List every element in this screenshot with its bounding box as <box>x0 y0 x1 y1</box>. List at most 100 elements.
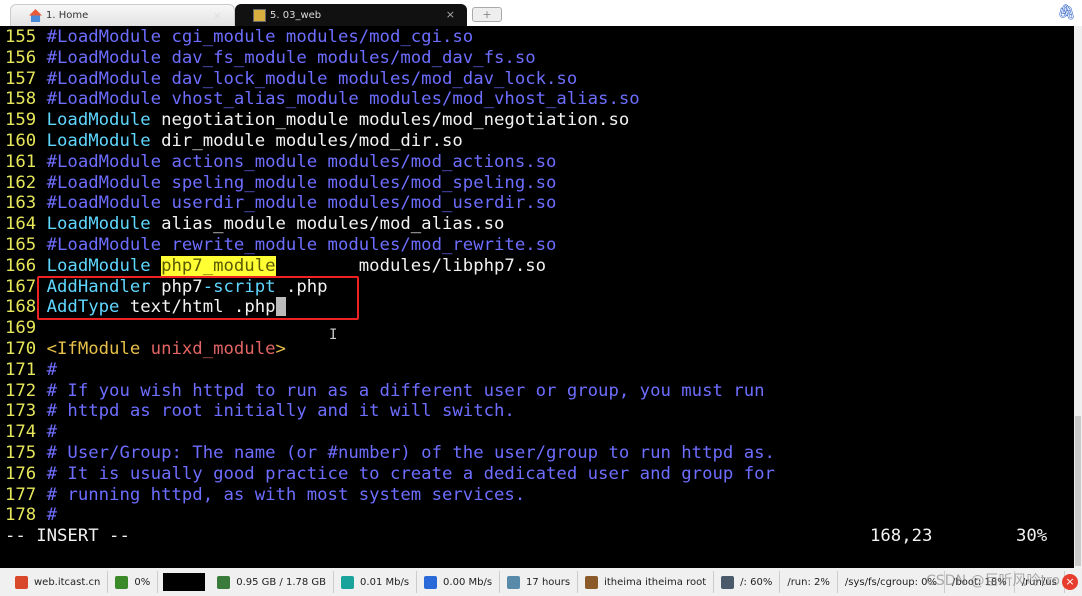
line-number: 158 <box>5 89 37 110</box>
taskbar-label: web.itcast.cn <box>34 576 101 588</box>
status-taskbar: web.itcast.cn 0% 0.95 GB / 1.78 GB 0.01 Mb/… <box>0 568 1082 596</box>
code-token: alias_module modules/mod_alias.so <box>150 214 505 235</box>
code-token: #LoadModule userdir_module modules/mod_u… <box>46 193 557 214</box>
uptime-icon <box>507 575 521 589</box>
line-number: 165 <box>5 234 37 255</box>
code-line: 165 #LoadModule rewrite_module modules/m… <box>5 235 1074 256</box>
line-number: 160 <box>5 130 37 151</box>
code-line: 177 # running httpd, as with most system… <box>5 485 1074 506</box>
code-token: negotiation_module modules/mod_negotiati… <box>150 110 630 131</box>
code-line: 164 LoadModule alias_module modules/mod_… <box>5 214 1074 235</box>
new-tab-button[interactable]: + <box>472 7 502 22</box>
taskbar-item[interactable]: web.itcast.cn <box>8 571 109 593</box>
code-token: #LoadModule rewrite_module modules/mod_r… <box>46 234 557 255</box>
close-tab-icon[interactable]: × <box>446 8 455 21</box>
code-token: LoadModule <box>46 255 151 276</box>
code-line: 160 LoadModule dir_module modules/mod_di… <box>5 131 1074 152</box>
scroll-percent: 30% <box>1016 526 1048 547</box>
tab-label: 1. Home <box>46 10 89 21</box>
line-number: 162 <box>5 172 37 193</box>
server-icon <box>15 575 28 589</box>
line-number: 164 <box>5 214 37 235</box>
annotation-highlight-box <box>37 276 359 320</box>
code-line: 170 <IfModule unixd_module> <box>5 339 1074 360</box>
tab-bar: 1. Home × 5. 03_web × + 🖇 <box>0 0 1082 26</box>
attachment-icon[interactable]: 🖇 <box>1057 3 1076 21</box>
line-number: 177 <box>5 484 37 505</box>
code-token: modules/libphp7.so <box>275 255 547 276</box>
code-token: # It is usually good practice to create … <box>46 463 775 484</box>
disk-icon <box>721 575 735 589</box>
line-number: 169 <box>5 318 37 339</box>
taskbar-label: 0% <box>134 576 151 588</box>
code-line: 178 # <box>5 505 1074 526</box>
code-token: dir_module modules/mod_dir.so <box>150 130 463 151</box>
watermark: CSDN @巨听风吟tro <box>926 573 1060 589</box>
tab-03-web[interactable]: 5. 03_web × <box>235 4 467 26</box>
code-token: # If you wish httpd to run as a differen… <box>46 380 765 401</box>
code-token: LoadModule <box>46 130 151 151</box>
code-line: 159 LoadModule negotiation_module module… <box>5 110 1074 131</box>
tab-home[interactable]: 1. Home × <box>10 4 235 26</box>
taskbar-label: /run: 2% <box>787 576 830 588</box>
taskbar-item[interactable]: /run: 2% <box>780 571 838 593</box>
code-line: 166 LoadModule php7_module modules/libph… <box>5 255 1074 277</box>
code-token: # <box>46 422 58 443</box>
cpu-icon <box>115 575 129 589</box>
taskbar-item[interactable]: itheima itheima root <box>578 571 715 593</box>
code-token: #LoadModule speling_module modules/mod_s… <box>46 172 557 193</box>
code-token: php7_module <box>161 255 276 276</box>
vim-status-line: -- INSERT -- 168,23 30% <box>5 526 1074 547</box>
code-token: LoadModule <box>46 110 151 131</box>
code-token: # httpd as root initially and it will sw… <box>46 401 515 422</box>
code-line: 158 #LoadModule vhost_alias_module modul… <box>5 89 1074 110</box>
code-line: 173 # httpd as root initially and it wil… <box>5 401 1074 422</box>
code-token: #LoadModule cgi_module modules/mod_cgi.s… <box>46 27 474 47</box>
line-number: 159 <box>5 110 37 131</box>
code-token: # <box>46 505 58 526</box>
scrollbar[interactable] <box>1074 26 1082 568</box>
code-line: 161 #LoadModule actions_module modules/m… <box>5 152 1074 173</box>
line-number: 170 <box>5 338 37 359</box>
code-line: 157 #LoadModule dav_lock_module modules/… <box>5 69 1074 90</box>
line-number: 163 <box>5 193 37 214</box>
line-number: 173 <box>5 401 37 422</box>
code-token: # User/Group: The name (or #number) of t… <box>46 442 775 463</box>
code-line: 172 # If you wish httpd to run as a diff… <box>5 381 1074 402</box>
download-icon <box>424 575 438 589</box>
text-cursor-icon: I <box>329 327 338 343</box>
code-token: #LoadModule dav_lock_module modules/mod_… <box>46 68 578 89</box>
taskbar-item[interactable]: /: 60% <box>714 571 781 593</box>
code-token: LoadModule <box>46 214 151 235</box>
line-number: 172 <box>5 380 37 401</box>
code-token: # <box>46 359 58 380</box>
terminal-icon <box>253 8 266 22</box>
home-icon <box>29 9 42 22</box>
code-token: #LoadModule vhost_alias_module modules/m… <box>46 89 640 110</box>
code-token: #LoadModule actions_module modules/mod_a… <box>46 151 557 172</box>
line-number: 174 <box>5 422 37 443</box>
taskbar-item[interactable]: 0% <box>108 571 159 593</box>
cursor-position: 168,23 <box>870 526 933 547</box>
taskbar-label: 0.95 GB / 1.78 GB <box>236 576 327 588</box>
cpu-graph <box>163 573 206 591</box>
taskbar-label: itheima itheima root <box>604 576 707 588</box>
line-number: 161 <box>5 151 37 172</box>
line-number: 178 <box>5 505 37 526</box>
taskbar-item[interactable]: 0.95 GB / 1.78 GB <box>210 571 335 593</box>
taskbar-item[interactable]: 0.00 Mb/s <box>417 571 501 593</box>
close-tab-icon[interactable]: × <box>213 9 222 22</box>
user-icon <box>585 575 599 589</box>
taskbar-item[interactable]: 17 hours <box>500 571 579 593</box>
line-number: 166 <box>5 255 37 276</box>
close-icon[interactable]: × <box>1062 574 1078 590</box>
code-line: 162 #LoadModule speling_module modules/m… <box>5 173 1074 194</box>
tab-label: 5. 03_web <box>270 9 322 21</box>
code-line: 176 # It is usually good practice to cre… <box>5 464 1074 485</box>
code-line: 175 # User/Group: The name (or #number) … <box>5 443 1074 464</box>
line-number: 155 <box>5 27 37 47</box>
taskbar-item[interactable]: 0.01 Mb/s <box>334 571 418 593</box>
code-token: > <box>275 338 286 359</box>
taskbar-label: 0.01 Mb/s <box>360 576 410 588</box>
